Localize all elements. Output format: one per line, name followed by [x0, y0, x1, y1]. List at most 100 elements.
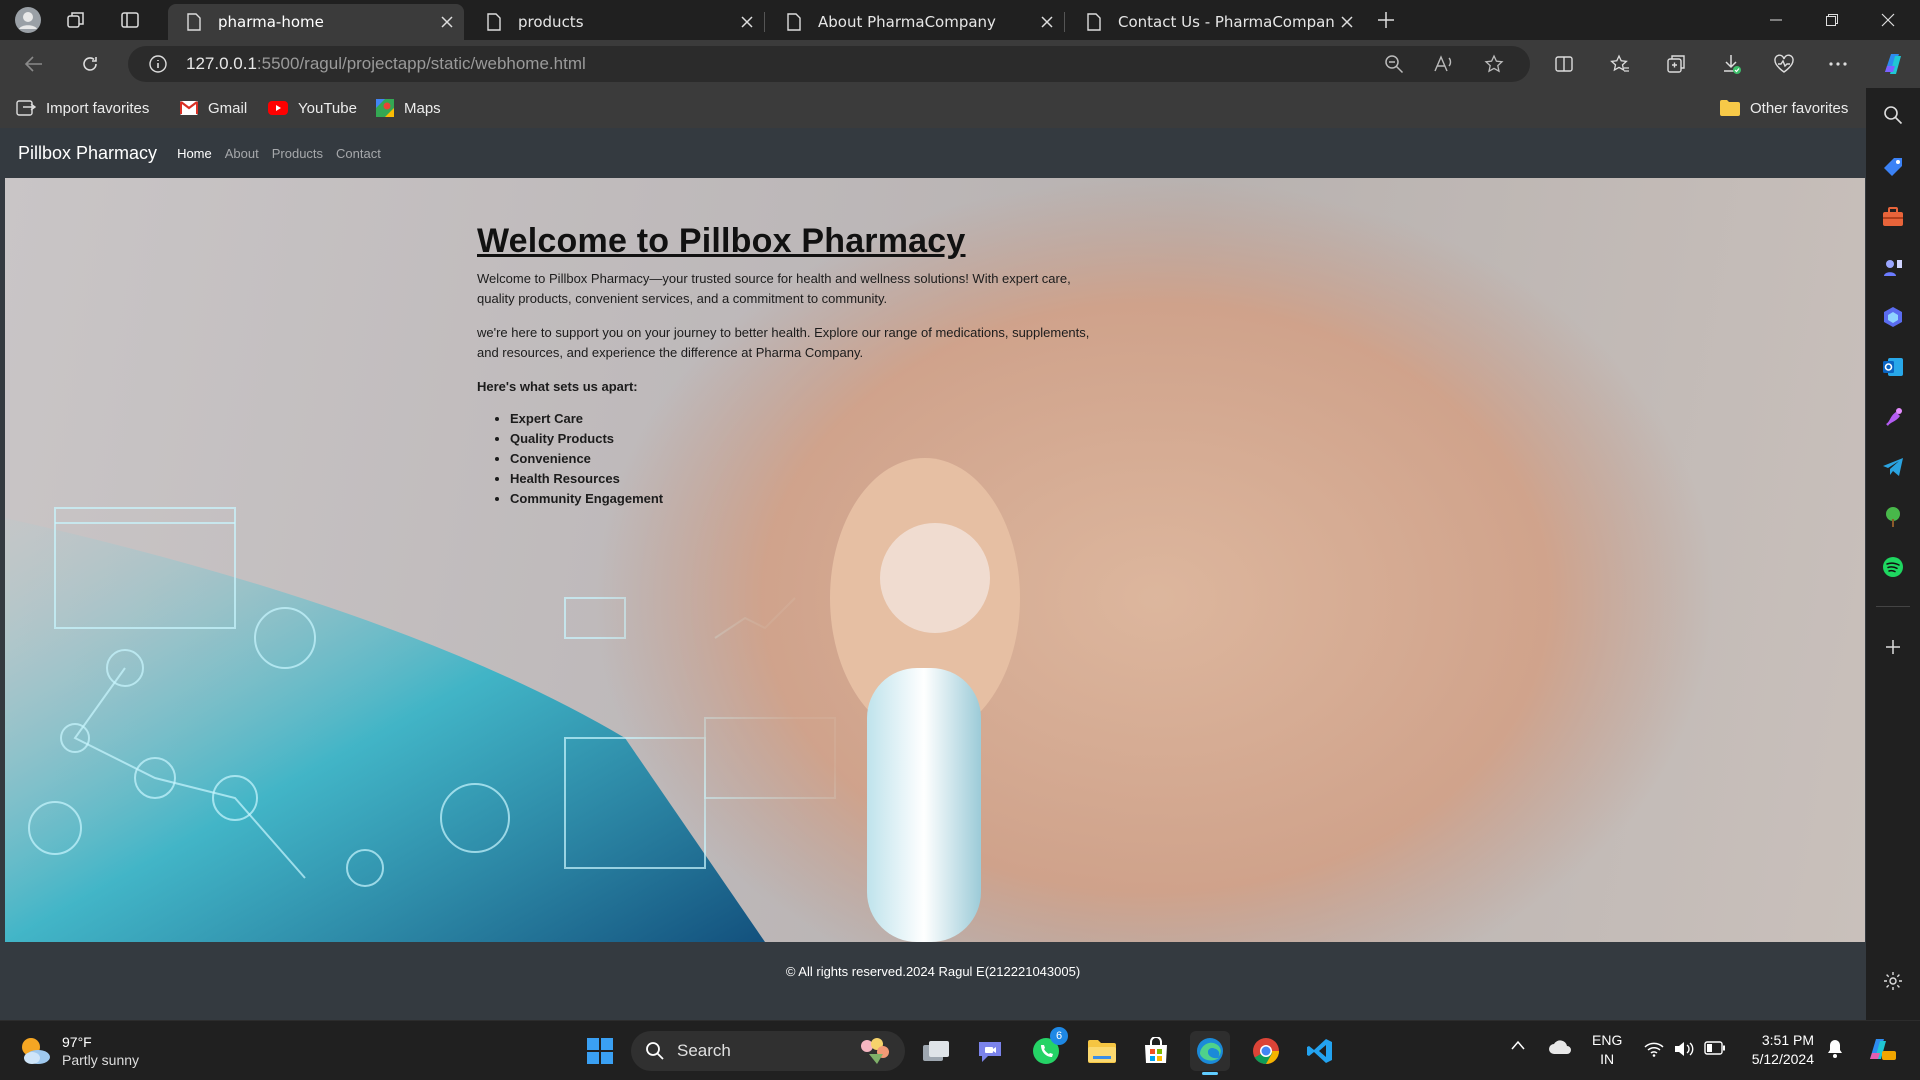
- clock[interactable]: 3:51 PM 5/12/2024: [1740, 1031, 1814, 1069]
- designer-icon[interactable]: [1880, 404, 1906, 430]
- back-button[interactable]: [16, 46, 52, 82]
- nav-about-link[interactable]: About: [225, 146, 259, 161]
- vscode-button[interactable]: [1300, 1031, 1340, 1071]
- clock-time: 3:51 PM: [1761, 1032, 1814, 1048]
- weather-widget[interactable]: 97°F Partly sunny: [18, 1031, 139, 1071]
- whatsapp-button[interactable]: 6: [1026, 1027, 1068, 1071]
- copilot-icon[interactable]: [1875, 46, 1911, 82]
- tab-title: About PharmaCompany: [818, 13, 996, 31]
- teams-chat-button[interactable]: [970, 1031, 1010, 1071]
- copilot-app-icon[interactable]: [1880, 304, 1906, 330]
- other-favorites-label: Other favorites: [1750, 99, 1849, 117]
- gmail-link[interactable]: Gmail: [180, 88, 247, 128]
- task-view-button[interactable]: [916, 1031, 956, 1071]
- telegram-icon[interactable]: [1880, 454, 1906, 480]
- nav-products-link[interactable]: Products: [272, 146, 323, 161]
- favorite-star-icon[interactable]: [1476, 46, 1512, 82]
- minimize-button[interactable]: [1748, 0, 1804, 40]
- downloads-icon[interactable]: [1714, 46, 1750, 82]
- microsoft-store-button[interactable]: [1136, 1031, 1176, 1071]
- brand-link[interactable]: Pillbox Pharmacy: [18, 143, 157, 164]
- restore-icon: [1826, 14, 1838, 26]
- read-aloud-icon[interactable]: [1426, 46, 1462, 82]
- windows-logo-icon: [587, 1038, 613, 1064]
- sidebar-settings-icon[interactable]: [1880, 968, 1906, 994]
- close-tab-icon[interactable]: [740, 15, 754, 29]
- favorites-icon[interactable]: [1602, 46, 1638, 82]
- site-info-icon[interactable]: [140, 46, 176, 82]
- sidebar-search-icon[interactable]: [1880, 102, 1906, 128]
- other-favorites-folder[interactable]: Other favorites: [1720, 88, 1848, 128]
- taskbar-search-box[interactable]: Search: [631, 1031, 905, 1071]
- language-indicator[interactable]: ENG IN: [1592, 1031, 1622, 1069]
- workspaces-icon[interactable]: [58, 2, 94, 38]
- list-item: Quality Products: [510, 429, 1097, 449]
- task-view-icon: [923, 1041, 949, 1061]
- refresh-icon: [83, 57, 97, 71]
- maps-link[interactable]: Maps: [376, 88, 441, 128]
- plus-icon: [1378, 12, 1394, 28]
- file-explorer-button[interactable]: [1082, 1031, 1122, 1071]
- windows-taskbar: 97°F Partly sunny Search 6 ENG IN 3:51 P…: [0, 1020, 1920, 1080]
- tools-briefcase-icon[interactable]: [1880, 204, 1906, 230]
- active-app-indicator: [1202, 1072, 1218, 1075]
- browser-essentials-icon[interactable]: [1766, 46, 1802, 82]
- onedrive-icon[interactable]: [1548, 1039, 1572, 1055]
- temperature: 97°F: [62, 1034, 92, 1050]
- region-code: IN: [1600, 1051, 1615, 1067]
- search-icon: [646, 1042, 664, 1060]
- edge-button[interactable]: [1190, 1031, 1230, 1075]
- restore-button[interactable]: [1804, 0, 1860, 40]
- tab-about[interactable]: About PharmaCompany: [768, 4, 1064, 40]
- minimize-icon: [1770, 19, 1782, 21]
- copilot-taskbar-button[interactable]: [1864, 1035, 1896, 1063]
- system-tray[interactable]: [1644, 1041, 1726, 1057]
- more-menu-icon[interactable]: [1820, 46, 1856, 82]
- spotify-icon[interactable]: [1880, 554, 1906, 580]
- close-tab-icon[interactable]: [1340, 15, 1354, 29]
- add-sidebar-app-icon[interactable]: [1880, 634, 1906, 660]
- welcome-content: Welcome to Pillbox Pharmacy Welcome to P…: [477, 222, 1097, 509]
- games-icon[interactable]: [1880, 254, 1906, 280]
- chrome-button[interactable]: [1246, 1031, 1286, 1071]
- tab-products[interactable]: products: [468, 4, 764, 40]
- start-button[interactable]: [580, 1031, 620, 1071]
- tab-strip: pharma-home products About PharmaCompany…: [0, 0, 1920, 40]
- import-icon: [16, 100, 36, 116]
- collections-icon[interactable]: [1658, 46, 1694, 82]
- split-screen-icon[interactable]: [1546, 46, 1582, 82]
- maps-icon: [376, 99, 394, 117]
- tab-contact[interactable]: Contact Us - PharmaCompany: [1068, 4, 1364, 40]
- maps-label: Maps: [404, 99, 441, 117]
- close-window-button[interactable]: [1860, 0, 1916, 40]
- tree-app-icon[interactable]: [1880, 504, 1906, 530]
- notifications-button[interactable]: [1826, 1039, 1844, 1059]
- nav-home-link[interactable]: Home: [177, 146, 212, 161]
- clock-date: 5/12/2024: [1751, 1051, 1814, 1067]
- new-tab-button[interactable]: [1368, 2, 1404, 38]
- refresh-button[interactable]: [72, 46, 108, 82]
- page-icon: [487, 13, 501, 31]
- url-path: :5500/ragul/projectapp/static/webhome.ht…: [256, 54, 586, 73]
- tab-title: Contact Us - PharmaCompany: [1118, 13, 1334, 31]
- shopping-tag-icon[interactable]: [1880, 154, 1906, 180]
- zoom-icon[interactable]: [1376, 46, 1412, 82]
- url-text[interactable]: 127.0.0.1:5500/ragul/projectapp/static/w…: [186, 46, 586, 82]
- import-favorites-link[interactable]: Import favorites: [16, 88, 149, 128]
- vertical-tabs-icon[interactable]: [112, 2, 148, 38]
- outlook-icon[interactable]: [1880, 354, 1906, 380]
- chrome-icon: [1253, 1038, 1279, 1065]
- notification-badge: 6: [1050, 1027, 1068, 1045]
- close-tab-icon[interactable]: [440, 15, 454, 29]
- page-icon: [187, 13, 201, 31]
- show-hidden-icons-button[interactable]: [1510, 1039, 1526, 1051]
- language-code: ENG: [1592, 1032, 1623, 1048]
- battery-icon: [1704, 1041, 1725, 1055]
- close-tab-icon[interactable]: [1040, 15, 1054, 29]
- profile-avatar-icon[interactable]: [10, 2, 46, 38]
- list-item: Expert Care: [510, 409, 1097, 429]
- address-bar[interactable]: 127.0.0.1:5500/ragul/projectapp/static/w…: [128, 46, 1530, 82]
- nav-contact-link[interactable]: Contact: [336, 146, 381, 161]
- youtube-link[interactable]: YouTube: [268, 88, 357, 128]
- tab-pharma-home[interactable]: pharma-home: [168, 4, 464, 40]
